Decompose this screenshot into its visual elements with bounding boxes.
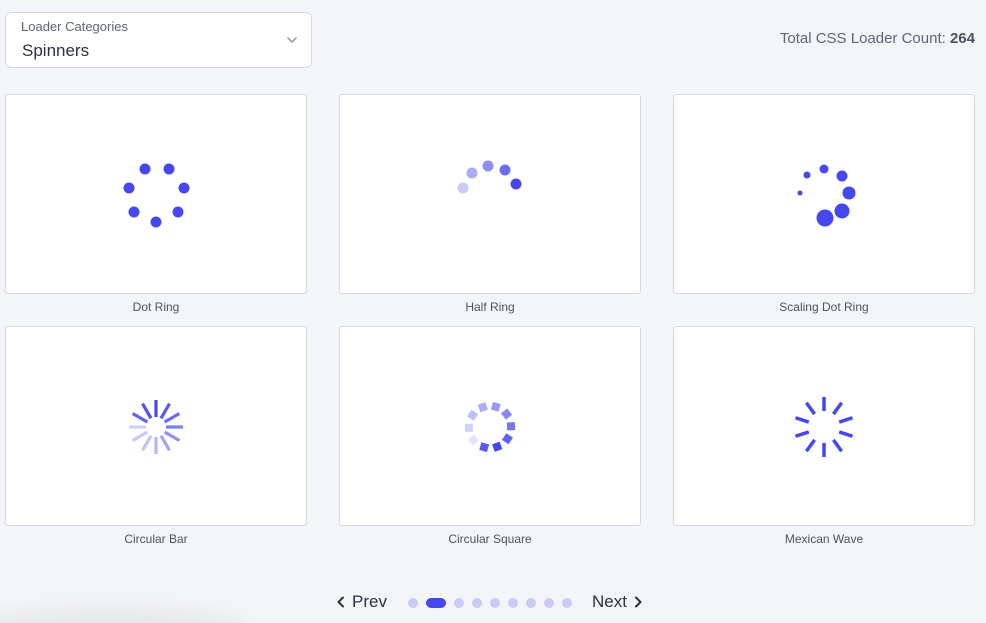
- loader-bar: [794, 430, 810, 438]
- page-dot[interactable]: [472, 598, 482, 608]
- loader-bar: [794, 416, 810, 424]
- page-dot[interactable]: [508, 598, 518, 608]
- loader-name: Scaling Dot Ring: [779, 300, 869, 314]
- loader-name: Circular Bar: [124, 532, 188, 546]
- loader-bar: [163, 412, 181, 424]
- loader-card-circular-square[interactable]: [339, 326, 641, 526]
- scaling-dot-ring-loader: [797, 164, 856, 227]
- total-loader-count: Total CSS Loader Count: 264: [780, 30, 975, 47]
- loader-bar: [838, 430, 854, 438]
- loader-square: [506, 422, 516, 431]
- page-dot[interactable]: [544, 598, 554, 608]
- page-dot[interactable]: [490, 598, 500, 608]
- loader-square: [479, 442, 490, 453]
- loader-bar: [141, 402, 153, 420]
- page-dot[interactable]: [408, 598, 418, 608]
- page-dot[interactable]: [426, 598, 446, 608]
- loader-bar: [163, 430, 181, 442]
- loader-square: [490, 401, 501, 412]
- loader-square: [501, 433, 513, 445]
- total-count-label: Total CSS Loader Count:: [779, 30, 950, 47]
- category-select-value: Spinners: [22, 41, 90, 60]
- loader-bar: [131, 430, 149, 442]
- loader-name: Circular Square: [448, 532, 532, 546]
- half-ring-loader: [457, 160, 522, 194]
- category-select-label: Loader Categories: [21, 19, 128, 34]
- page-dot[interactable]: [454, 598, 464, 608]
- loader-square: [500, 408, 513, 420]
- prev-button[interactable]: Prev: [336, 592, 387, 612]
- loader-card-circular-bar[interactable]: [5, 326, 307, 526]
- next-button[interactable]: Next: [592, 592, 643, 612]
- loader-name: Mexican Wave: [784, 532, 864, 546]
- loader-square: [464, 423, 474, 432]
- prev-label: Prev: [352, 592, 387, 611]
- total-count-value: 264: [949, 30, 975, 47]
- loader-bar: [159, 434, 171, 452]
- chevron-right-icon: [634, 596, 642, 608]
- chevron-left-icon: [337, 596, 344, 608]
- loader-bar: [804, 438, 817, 453]
- loader-bar: [804, 401, 817, 416]
- loader-bar: [159, 402, 171, 420]
- loader-bar: [141, 434, 153, 452]
- loader-card-half-ring[interactable]: [339, 94, 641, 294]
- chevron-down-icon: [287, 37, 297, 43]
- loader-square: [467, 434, 480, 446]
- loader-name: Half Ring: [465, 300, 515, 314]
- page-dot[interactable]: [562, 598, 572, 608]
- loader-bar: [838, 416, 854, 424]
- loader-square: [467, 409, 479, 421]
- loader-card-dot-ring[interactable]: [5, 94, 307, 294]
- dot-ring-loader: [123, 163, 190, 228]
- loader-card-scaling-dot-ring[interactable]: [673, 94, 975, 294]
- loader-square: [492, 441, 503, 452]
- loader-name: Dot Ring: [132, 300, 180, 314]
- loader-card-mexican-wave[interactable]: [673, 326, 975, 526]
- loader-bar: [831, 438, 844, 453]
- next-label: Next: [592, 592, 627, 611]
- loader-bar: [831, 401, 844, 416]
- page-dot[interactable]: [526, 598, 536, 608]
- loader-category-select[interactable]: Loader Categories Spinners: [5, 12, 312, 68]
- circular-bar-loader: [129, 400, 183, 454]
- mexican-wave-loader: [794, 397, 854, 457]
- circular-square-loader: [464, 401, 516, 453]
- loader-bar: [131, 412, 149, 424]
- loader-square: [477, 402, 488, 413]
